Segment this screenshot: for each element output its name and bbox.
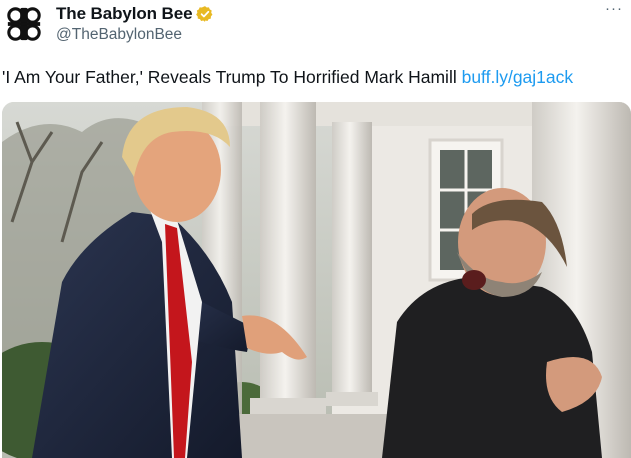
author-name-row: The Babylon Bee: [56, 3, 214, 25]
author-handle[interactable]: @TheBabylonBee: [56, 26, 182, 44]
tweet-card: The Babylon Bee @TheBabylonBee ··· 'I Am…: [0, 0, 631, 458]
more-options-icon[interactable]: ···: [605, 1, 623, 18]
verified-badge-icon: [196, 5, 214, 23]
tweet-text: 'I Am Your Father,' Reveals Trump To Hor…: [2, 66, 625, 88]
tweet-body-text: 'I Am Your Father,' Reveals Trump To Hor…: [2, 67, 457, 87]
author-avatar[interactable]: [4, 4, 44, 44]
tweet-media-photo[interactable]: [2, 102, 631, 458]
babylon-bee-logo-icon: [7, 7, 41, 41]
author-display-name[interactable]: The Babylon Bee: [56, 4, 193, 24]
photo-illustration: [2, 102, 631, 458]
tweet-link[interactable]: buff.ly/gaj1ack: [462, 67, 574, 87]
